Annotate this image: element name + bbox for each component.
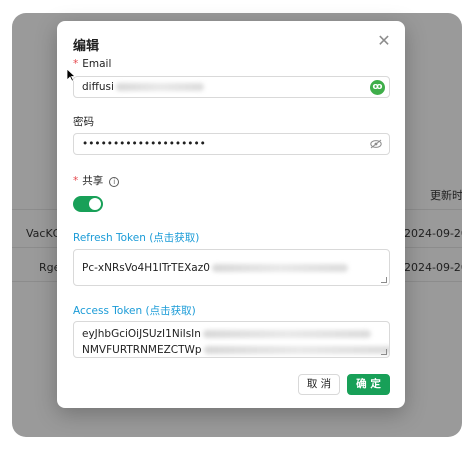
password-manager-icon[interactable]: ꝏ [370,80,385,95]
access-token-link[interactable]: Access Token (点击获取) [73,303,196,318]
resize-handle[interactable] [381,277,387,283]
required-mark: * [73,175,79,187]
redacted-text [202,330,371,338]
resize-handle[interactable] [381,349,387,355]
edit-dialog: 编辑 ✕ * Email diffusi ꝏ 密码 •••••••••••••••… [57,21,405,408]
email-value: diffusi [82,81,114,93]
access-token-textarea[interactable]: eyJhbGciOiJSUzI1NiIsIn NMVFURTRNMEZCTWp [73,321,390,358]
confirm-button[interactable]: 确 定 [347,374,390,395]
share-label: * 共享 i [73,173,120,188]
access-token-line: NMVFURTRNMEZCTWp [82,342,389,357]
password-value: •••••••••••••••••••• [82,138,206,150]
dialog-title: 编辑 [73,39,100,54]
table-cell-time: 2024-09-20 0 [404,261,462,274]
share-toggle[interactable] [73,196,103,212]
password-input[interactable]: •••••••••••••••••••• [73,133,390,155]
cancel-button[interactable]: 取 消 [298,374,340,395]
password-label: 密码 [73,116,94,128]
close-icon[interactable]: ✕ [375,32,393,50]
eye-off-icon[interactable] [370,139,382,149]
column-header-updated-time: 更新时间 [430,189,462,202]
redacted-text [211,264,348,272]
mouse-cursor-icon [66,68,76,82]
refresh-token-textarea[interactable]: Pc-xNRsVo4H1ITrTEXaz0 [73,249,390,286]
refresh-token-value: Pc-xNRsVo4H1ITrTEXaz0 [82,262,210,274]
table-cell-time: 2024-09-20 0 [404,227,462,240]
redacted-text [203,346,389,354]
redacted-text [115,83,204,91]
info-icon[interactable]: i [109,177,120,187]
email-input[interactable]: diffusi ꝏ [73,76,390,98]
refresh-token-link[interactable]: Refresh Token (点击获取) [73,230,199,245]
email-label: * Email [73,58,112,70]
access-token-line: eyJhbGciOiJSUzI1NiIsIn [82,326,381,342]
toggle-knob [89,198,101,210]
